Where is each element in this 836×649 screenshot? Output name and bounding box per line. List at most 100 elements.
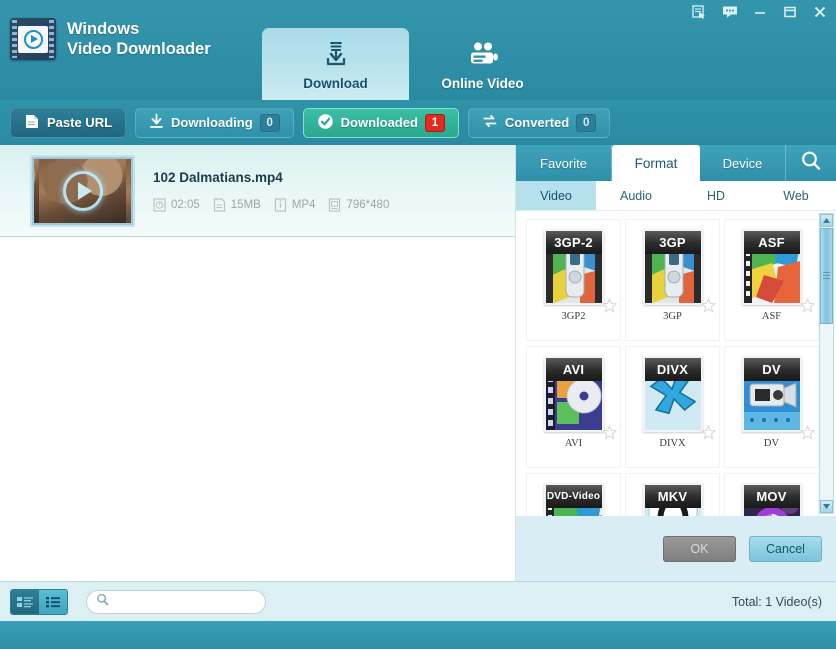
format-item[interactable]: 3GP 3GP (625, 219, 720, 341)
ok-button[interactable]: OK (663, 535, 736, 562)
downloaded-count: 1 (424, 113, 445, 132)
format-value: MP4 (291, 198, 316, 211)
tab-favorite[interactable]: Favorite (516, 145, 612, 181)
format-item[interactable]: DVD-Video (526, 473, 621, 516)
format-name: 3GP2 (561, 311, 586, 322)
scrollbar-thumb[interactable] (820, 228, 833, 324)
favorite-star-icon[interactable] (701, 425, 716, 440)
format-item[interactable]: MOV (724, 473, 819, 516)
paste-icon (24, 113, 40, 133)
cancel-button[interactable]: Cancel (749, 535, 822, 562)
format-badge: DVD-Video (545, 485, 602, 508)
search-icon (800, 150, 822, 177)
search-input[interactable] (115, 594, 270, 609)
format-badge: MKV (644, 485, 701, 508)
main-tab-bar: Download Online Video (262, 28, 556, 100)
list-item[interactable]: 102 Dalmatians.mp4 02:05 15MB MP4 796*48… (0, 145, 515, 237)
tab-format[interactable]: Format (612, 145, 700, 181)
format-thumbnail: DVD-Video (543, 483, 604, 516)
download-icon (321, 40, 351, 70)
scroll-up-icon[interactable] (820, 214, 833, 227)
resolution-value: 796*480 (346, 198, 390, 211)
format-scrollbar[interactable] (819, 213, 834, 514)
size-value: 15MB (230, 198, 261, 211)
format-thumbnail: 3GP-2 (543, 229, 604, 305)
format-badge: 3GP-2 (545, 231, 602, 254)
download-arrow-icon (149, 113, 164, 132)
app-title: Windows Video Downloader (67, 19, 211, 59)
format-badge: 3GP (644, 231, 701, 254)
format-thumbnail: MKV (642, 483, 703, 516)
downloaded-label: Downloaded (340, 115, 418, 130)
window-footer (0, 621, 836, 649)
info-icon (274, 197, 287, 212)
convert-icon (482, 113, 498, 132)
format-thumbnail: ASF (741, 229, 802, 305)
view-mode-toggle (10, 588, 68, 615)
format-item[interactable]: DIVX DIVX (625, 346, 720, 468)
format-thumbnail: DIVX (642, 356, 703, 432)
title-bar: Windows Video Downloader Download Online… (0, 0, 836, 100)
format-badge: MOV (743, 485, 800, 508)
search-box[interactable] (86, 589, 270, 614)
subtab-audio[interactable]: Audio (596, 181, 676, 210)
favorite-star-icon[interactable] (701, 298, 716, 313)
downloading-button[interactable]: Downloading 0 (135, 107, 294, 138)
tab-download[interactable]: Download (262, 28, 409, 100)
format-sub-tabs: Video Audio HD Web (516, 181, 836, 211)
format-badge: DV (743, 358, 800, 381)
app-brand: Windows Video Downloader (10, 18, 211, 60)
duration-value: 02:05 (171, 198, 200, 211)
feedback-icon[interactable] (721, 3, 738, 20)
panel-buttons: OK Cancel (516, 516, 836, 581)
converted-button[interactable]: Converted 0 (467, 107, 611, 138)
format-grid: 3GP-2 3GP2 3GP 3GP ASF ASF AVI AVI DIVX DIVX DV DV D… (516, 211, 836, 516)
app-logo-icon (10, 18, 56, 60)
detail-view-icon[interactable] (11, 589, 39, 614)
list-view-icon[interactable] (39, 589, 67, 614)
close-icon[interactable] (811, 3, 828, 20)
favorite-star-icon[interactable] (800, 425, 815, 440)
paste-url-button[interactable]: Paste URL (10, 107, 127, 138)
register-icon[interactable] (691, 3, 708, 20)
favorite-star-icon[interactable] (800, 298, 815, 313)
search-icon (96, 593, 109, 611)
format-thumbnail: DV (741, 356, 802, 432)
content-area: 102 Dalmatians.mp4 02:05 15MB MP4 796*48… (0, 145, 836, 581)
play-icon[interactable] (62, 170, 103, 211)
window-controls (691, 3, 828, 20)
video-info: 102 Dalmatians.mp4 02:05 15MB MP4 796*48… (153, 170, 389, 212)
format-item[interactable]: 3GP-2 3GP2 (526, 219, 621, 341)
resolution-chip: 796*480 (328, 197, 390, 212)
toolbar: Paste URL Downloading 0 Downloaded 1 Con… (0, 100, 836, 145)
panel-search-button[interactable] (786, 145, 836, 181)
format-chip: MP4 (274, 197, 316, 212)
subtab-web[interactable]: Web (756, 181, 836, 210)
scroll-down-icon[interactable] (820, 500, 833, 513)
tab-device[interactable]: Device (700, 145, 786, 181)
file-icon (213, 197, 226, 212)
format-name: DV (763, 438, 780, 449)
format-item[interactable]: DV DV (724, 346, 819, 468)
video-thumbnail[interactable] (30, 154, 135, 227)
downloading-count: 0 (259, 113, 280, 132)
format-item[interactable]: ASF ASF (724, 219, 819, 341)
downloaded-button[interactable]: Downloaded 1 (302, 107, 459, 138)
subtab-hd[interactable]: HD (676, 181, 756, 210)
favorite-star-icon[interactable] (602, 425, 617, 440)
format-item[interactable]: AVI AVI (526, 346, 621, 468)
check-circle-icon (317, 113, 334, 133)
tab-online-video[interactable]: Online Video (409, 28, 556, 100)
online-video-icon (467, 40, 499, 70)
minimize-icon[interactable] (751, 3, 768, 20)
format-thumbnail: MOV (741, 483, 802, 516)
favorite-star-icon[interactable] (602, 298, 617, 313)
format-badge: ASF (743, 231, 800, 254)
video-meta: 02:05 15MB MP4 796*480 (153, 197, 390, 212)
maximize-icon[interactable] (781, 3, 798, 20)
duration-chip: 02:05 (153, 197, 200, 212)
application-window: Windows Video Downloader Download Online… (0, 0, 836, 649)
format-item[interactable]: MKV (625, 473, 720, 516)
video-list: 102 Dalmatians.mp4 02:05 15MB MP4 796*48… (0, 145, 516, 581)
subtab-video[interactable]: Video (516, 181, 596, 210)
